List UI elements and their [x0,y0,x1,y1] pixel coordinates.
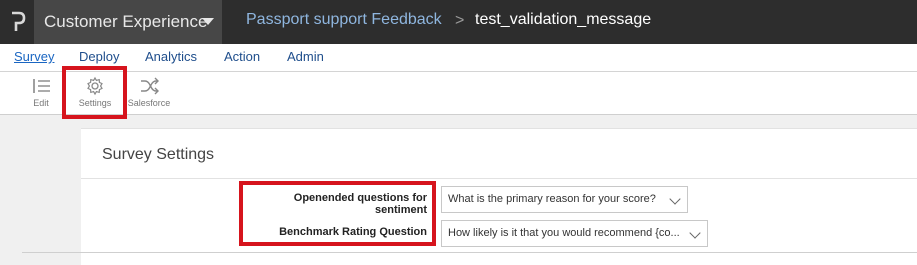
main-nav: Survey Deploy Analytics Action Admin [0,44,917,72]
tab-survey[interactable]: Survey [14,49,54,64]
panel-divider [81,178,917,179]
chevron-down-icon [689,227,701,239]
salesforce-label: Salesforce [127,98,171,108]
edit-list-icon [33,79,50,93]
settings-highlight-box [62,66,127,119]
chevron-down-icon [669,193,681,205]
benchmark-question-value: How likely is it that you would recommen… [448,227,680,239]
product-switcher[interactable]: Customer Experience [34,0,222,44]
tab-admin[interactable]: Admin [287,49,324,64]
settings-fields-highlight-box [239,181,436,246]
top-bar: Customer Experience Passport support Fee… [0,0,917,44]
edit-label: Edit [33,98,49,108]
sentiment-question-value: What is the primary reason for your scor… [448,193,656,205]
benchmark-question-select[interactable]: How likely is it that you would recommen… [441,220,708,247]
salesforce-button[interactable]: Salesforce [126,72,172,114]
product-name: Customer Experience [44,12,208,31]
breadcrumb-project[interactable]: Passport support Feedback [246,11,442,29]
breadcrumb-separator: > [455,12,465,29]
panel-title: Survey Settings [102,146,215,163]
logo-icon[interactable] [9,10,27,34]
shuffle-icon [141,77,159,95]
edit-button[interactable]: Edit [24,72,58,114]
breadcrumb-survey: test_validation_message [475,11,652,28]
sentiment-question-select[interactable]: What is the primary reason for your scor… [441,186,688,213]
tab-action[interactable]: Action [224,49,260,64]
survey-toolbar: Edit Settings Salesforce [0,72,917,115]
tab-analytics[interactable]: Analytics [145,49,197,64]
chevron-down-icon [202,18,214,25]
tab-deploy[interactable]: Deploy [79,49,119,64]
panel-bottom-divider [22,252,917,253]
